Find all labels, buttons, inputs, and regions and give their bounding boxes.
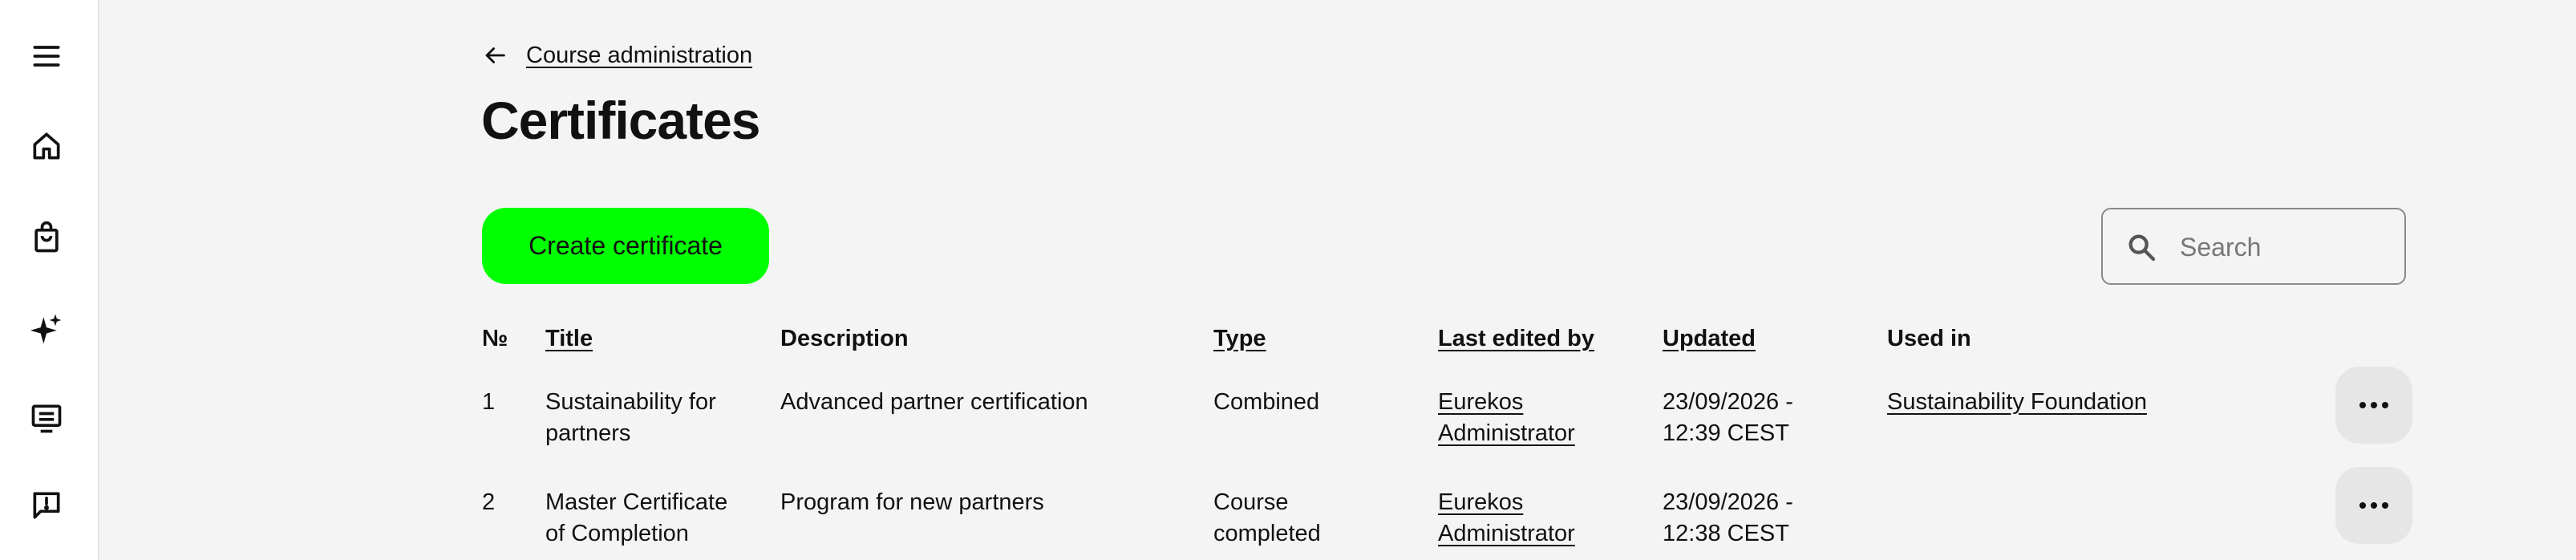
column-header-title[interactable]: Title (545, 326, 593, 352)
more-horizontal-icon (2359, 402, 2388, 408)
sidebar (0, 0, 99, 560)
row-updated-line1: 23/09/2026 - (1663, 489, 1793, 515)
column-header-last-edited-by[interactable]: Last edited by (1438, 326, 1594, 352)
row-updated-line2: 12:39 CEST (1663, 420, 1789, 446)
search-icon (2128, 234, 2156, 262)
row-description: Program for new partners (780, 489, 1044, 515)
row-updated-line1: 23/09/2026 - (1663, 389, 1793, 415)
home-icon[interactable] (27, 127, 66, 165)
row-used-in-link[interactable]: Sustainability Foundation (1887, 387, 2147, 418)
column-header-used-in: Used in (1887, 326, 1971, 351)
row-type-line1: Combined (1213, 389, 1320, 415)
row-type-line2: completed (1213, 521, 1321, 546)
row-title-line1: Master Certificate (545, 489, 728, 515)
menu-icon[interactable] (27, 37, 66, 75)
breadcrumb-label: Course administration (526, 42, 753, 68)
row-title-line2: of Completion (545, 521, 689, 546)
sparkle-icon[interactable] (27, 310, 66, 348)
row-type-line1: Course (1213, 489, 1289, 515)
row-description: Advanced partner certification (780, 389, 1088, 415)
column-header-description: Description (780, 326, 909, 351)
row-number: 2 (482, 489, 496, 515)
row-title-line2: partners (545, 420, 631, 446)
column-header-type[interactable]: Type (1213, 326, 1266, 352)
row-actions-button[interactable] (2335, 367, 2412, 444)
page-title: Certificates (481, 91, 760, 150)
back-link[interactable]: Course administration (481, 42, 752, 69)
search-box[interactable] (2101, 208, 2406, 285)
row-editor-line1[interactable]: Eurekos (1438, 387, 1523, 418)
row-editor-line2[interactable]: Administrator (1438, 518, 1575, 550)
feedback-icon[interactable] (27, 486, 66, 525)
row-editor-line2[interactable]: Administrator (1438, 418, 1575, 449)
row-editor-line1[interactable]: Eurekos (1438, 487, 1523, 518)
column-header-number: № (482, 326, 508, 351)
row-actions-button[interactable] (2335, 467, 2412, 544)
search-input[interactable] (2180, 225, 2396, 269)
arrow-left-icon (485, 47, 505, 63)
row-number: 1 (482, 389, 496, 415)
create-certificate-button[interactable]: Create certificate (482, 208, 769, 284)
row-updated-line2: 12:38 CEST (1663, 521, 1789, 546)
column-header-updated[interactable]: Updated (1663, 326, 1756, 352)
shopping-bag-icon[interactable] (27, 218, 66, 257)
more-horizontal-icon (2359, 502, 2388, 509)
row-title-line1: Sustainability for (545, 389, 716, 415)
presentation-icon[interactable] (27, 399, 66, 437)
